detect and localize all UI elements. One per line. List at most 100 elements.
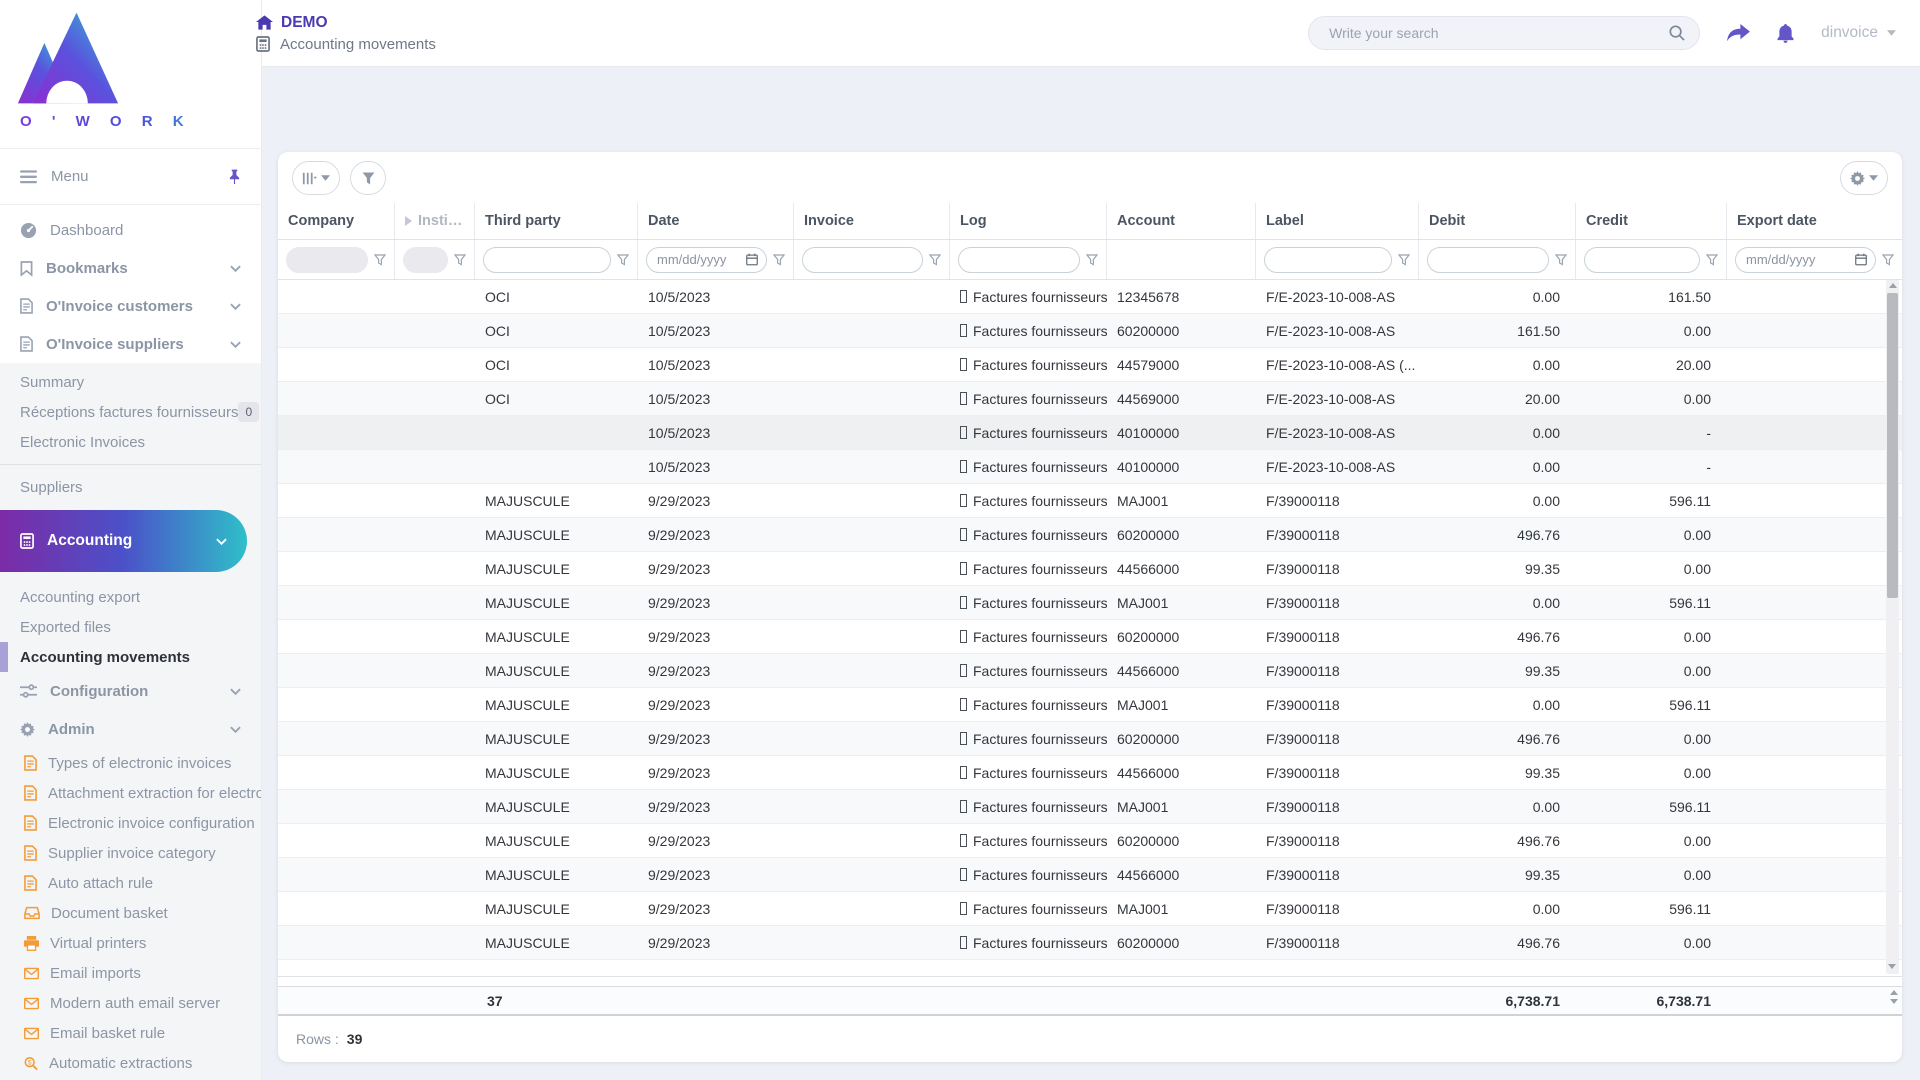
- app-logo[interactable]: O ' W O R K: [0, 0, 261, 148]
- sidebar-item-electronic-invoices[interactable]: Electronic Invoices: [0, 427, 261, 457]
- filter-input-third-party[interactable]: [483, 246, 611, 273]
- sidebar-item-admin[interactable]: Admin: [0, 710, 261, 748]
- search-input[interactable]: [1327, 24, 1670, 42]
- sidebar-item-exported-files[interactable]: Exported files: [0, 612, 261, 642]
- table-row[interactable]: MAJUSCULE 9/29/2023 Factures fournisseurs 6…: [278, 824, 1902, 858]
- filter-funnel-icon[interactable]: [1882, 253, 1894, 266]
- filter-funnel-icon[interactable]: [1706, 253, 1718, 266]
- scrollbar-thumb[interactable]: [1887, 293, 1898, 599]
- sidebar-item-summary[interactable]: Summary: [0, 367, 261, 397]
- sidebar-item-accounting[interactable]: Accounting: [0, 510, 247, 572]
- scroll-down-icon[interactable]: [1888, 964, 1896, 969]
- share-icon[interactable]: [1727, 23, 1751, 43]
- cell-company: [278, 892, 395, 925]
- menu-toggle[interactable]: Menu: [0, 148, 261, 205]
- table-row[interactable]: MAJUSCULE 9/29/2023 Factures fournisseurs 4…: [278, 756, 1902, 790]
- sidebar-item-accounting-movements[interactable]: Accounting movements: [0, 642, 261, 672]
- column-header-company[interactable]: Company: [278, 203, 395, 239]
- sidebar-item-electronic-invoice-configuration[interactable]: Electronic invoice configuration: [0, 808, 261, 838]
- scroll-up-icon[interactable]: [1888, 283, 1897, 288]
- filter-input-log[interactable]: [958, 246, 1080, 273]
- sidebar-item-bookmarks[interactable]: Bookmarks: [0, 249, 261, 287]
- sidebar-item-accounting-export[interactable]: Accounting export: [0, 582, 261, 612]
- sidebar-item-r-ceptions-factures-fournisseurs[interactable]: Réceptions factures fournisseurs 0: [0, 397, 261, 427]
- filter-date-date[interactable]: mm/dd/yyyy: [646, 246, 767, 273]
- column-header-debit[interactable]: Debit: [1419, 203, 1576, 239]
- global-search[interactable]: [1308, 16, 1701, 50]
- sidebar-item-automatic-extractions[interactable]: $ Automatic extractions: [0, 1048, 261, 1078]
- sidebar-item-auto-attach-rule[interactable]: Auto attach rule: [0, 868, 261, 898]
- table-row[interactable]: MAJUSCULE 9/29/2023 Factures fournisseurs M…: [278, 892, 1902, 926]
- column-header-invoice[interactable]: Invoice: [794, 203, 950, 239]
- sidebar-item-label: Attachment extraction for electroni: [48, 784, 261, 802]
- table-row[interactable]: MAJUSCULE 9/29/2023 Factures fournisseurs M…: [278, 484, 1902, 518]
- column-header-account[interactable]: Account: [1107, 203, 1256, 239]
- totals-scroll-buttons[interactable]: [1890, 990, 1898, 1004]
- table-row[interactable]: OCI 10/5/2023 Factures fournisseurs 4456900…: [278, 382, 1902, 416]
- scroll-down-icon[interactable]: [1890, 999, 1898, 1004]
- sidebar-item-o-invoice-suppliers[interactable]: O'Invoice suppliers: [0, 325, 261, 363]
- table-row[interactable]: MAJUSCULE 9/29/2023 Factures fournisseurs M…: [278, 790, 1902, 824]
- grid-settings-button[interactable]: [1840, 161, 1888, 195]
- column-header-date[interactable]: Date: [638, 203, 794, 239]
- table-row[interactable]: MAJUSCULE 9/29/2023 Factures fournisseurs 6…: [278, 722, 1902, 756]
- filter-date-export-date[interactable]: mm/dd/yyyy: [1735, 246, 1876, 273]
- sidebar-item-suppliers[interactable]: Suppliers: [0, 472, 261, 502]
- vertical-scrollbar[interactable]: [1886, 280, 1899, 974]
- table-row[interactable]: OCI 10/5/2023 Factures fournisseurs 6020000…: [278, 314, 1902, 348]
- table-row[interactable]: OCI 10/5/2023 Factures fournisseurs 4457900…: [278, 348, 1902, 382]
- column-header-export-date[interactable]: Export date: [1727, 203, 1902, 239]
- filter-funnel-icon[interactable]: [374, 253, 386, 266]
- column-header-credit[interactable]: Credit: [1576, 203, 1727, 239]
- table-row[interactable]: MAJUSCULE 9/29/2023 Factures fournisseurs 4…: [278, 858, 1902, 892]
- table-row[interactable]: OCI 10/5/2023 Factures fournisseurs 1234567…: [278, 280, 1902, 314]
- empty-box-icon: [960, 800, 967, 813]
- filter-input-credit[interactable]: [1584, 246, 1700, 273]
- scroll-up-icon[interactable]: [1890, 990, 1898, 995]
- sidebar-item-o-invoice-customers[interactable]: O'Invoice customers: [0, 287, 261, 325]
- user-menu[interactable]: dinvoice: [1821, 24, 1896, 42]
- filter-funnel-icon[interactable]: [1398, 253, 1410, 266]
- notifications-bell-icon[interactable]: [1777, 23, 1794, 43]
- sidebar-item-email-basket-rule[interactable]: Email basket rule: [0, 1018, 261, 1048]
- column-header-third-party[interactable]: Third party: [475, 203, 638, 239]
- totals-debit: 6,738.71: [1505, 992, 1561, 1009]
- sidebar-item-email-imports[interactable]: Email imports: [0, 958, 261, 988]
- filter-toggle-button[interactable]: [350, 161, 386, 195]
- gauge-icon: [20, 222, 37, 239]
- sidebar-item-types-of-electronic-invoices[interactable]: Types of electronic invoices: [0, 748, 261, 778]
- cell-institution: [395, 858, 475, 891]
- filter-funnel-icon[interactable]: [773, 253, 785, 266]
- table-row[interactable]: MAJUSCULE 9/29/2023 Factures fournisseurs 6…: [278, 620, 1902, 654]
- table-row[interactable]: 10/5/2023 Factures fournisseurs 40100000 F/…: [278, 450, 1902, 484]
- table-row[interactable]: MAJUSCULE 9/29/2023 Factures fournisseurs 6…: [278, 926, 1902, 960]
- table-row[interactable]: MAJUSCULE 9/29/2023 Factures fournisseurs 4…: [278, 654, 1902, 688]
- filter-funnel-icon[interactable]: [929, 253, 941, 266]
- sidebar-item-document-basket[interactable]: Document basket: [0, 898, 261, 928]
- table-row[interactable]: MAJUSCULE 9/29/2023 Factures fournisseurs 6…: [278, 518, 1902, 552]
- column-header-institution[interactable]: Institution: [395, 203, 475, 239]
- cell-log: Factures fournisseurs: [950, 620, 1107, 653]
- cell-label: F/39000118: [1266, 866, 1340, 883]
- filter-input-label[interactable]: [1264, 246, 1392, 273]
- filter-funnel-icon[interactable]: [454, 253, 466, 266]
- sidebar-item-modern-auth-email-server[interactable]: Modern auth email server: [0, 988, 261, 1018]
- sidebar-item-dashboard[interactable]: Dashboard: [0, 211, 261, 249]
- sidebar-item-supplier-invoice-category[interactable]: Supplier invoice category: [0, 838, 261, 868]
- sidebar-item-virtual-printers[interactable]: Virtual printers: [0, 928, 261, 958]
- table-row[interactable]: MAJUSCULE 9/29/2023 Factures fournisseurs 4…: [278, 552, 1902, 586]
- table-row[interactable]: 10/5/2023 Factures fournisseurs 40100000 F/…: [278, 416, 1902, 450]
- filter-input-invoice[interactable]: [802, 246, 923, 273]
- sidebar-item-attachment-extraction-for-electroni[interactable]: Attachment extraction for electroni: [0, 778, 261, 808]
- filter-funnel-icon[interactable]: [1086, 253, 1098, 266]
- column-header-log[interactable]: Log: [950, 203, 1107, 239]
- table-row[interactable]: MAJUSCULE 9/29/2023 Factures fournisseurs M…: [278, 688, 1902, 722]
- column-header-label[interactable]: Label: [1256, 203, 1419, 239]
- columns-chooser-button[interactable]: [292, 161, 340, 195]
- pin-icon[interactable]: [228, 169, 241, 185]
- sidebar-item-configuration[interactable]: Configuration: [0, 672, 261, 710]
- table-row[interactable]: MAJUSCULE 9/29/2023 Factures fournisseurs M…: [278, 586, 1902, 620]
- filter-funnel-icon[interactable]: [1555, 253, 1567, 266]
- filter-funnel-icon[interactable]: [617, 253, 629, 266]
- filter-input-debit[interactable]: [1427, 246, 1549, 273]
